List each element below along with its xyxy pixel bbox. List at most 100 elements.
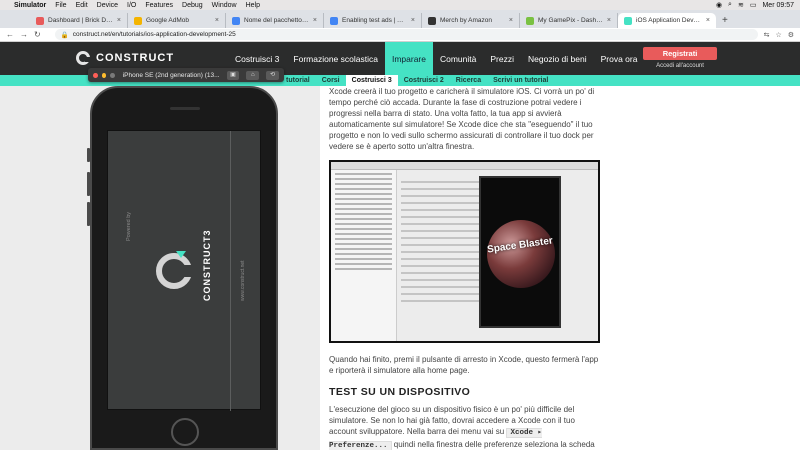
tab-title: Merch by Amazon	[440, 17, 493, 24]
simulator-screen[interactable]: Powered by CONSTRUCT3 www.construct.net	[107, 130, 261, 411]
battery-icon[interactable]: ▭	[750, 1, 757, 9]
menu-features[interactable]: Features	[145, 2, 173, 9]
tab-close-icon[interactable]: ×	[215, 17, 219, 24]
browser-tab[interactable]: Merch by Amazon ×	[422, 13, 520, 28]
main-nav-item[interactable]: Imparare	[384, 42, 433, 75]
simulator-close-button[interactable]	[93, 72, 98, 78]
home-button[interactable]	[171, 418, 199, 446]
tab-title: iOS Application Development	[636, 17, 702, 24]
menu-window[interactable]: Window	[212, 2, 237, 9]
simulator-zoom-button[interactable]	[110, 72, 115, 78]
mute-switch[interactable]	[87, 148, 90, 162]
tab-favicon-icon	[134, 16, 142, 25]
register-button[interactable]: Registrati	[643, 47, 717, 60]
simulator-title: iPhone SE (2nd generation) (13...	[122, 71, 220, 79]
paragraph-device: L'esecuzione del gioco su un dispositivo…	[329, 404, 601, 450]
tab-close-icon[interactable]: ×	[117, 17, 121, 24]
sub-nav-item[interactable]: Ricerca	[450, 75, 487, 86]
menu-device[interactable]: Device	[97, 2, 118, 9]
bookmark-star-icon[interactable]: ☆	[775, 31, 781, 39]
tab-close-icon[interactable]: ×	[411, 17, 415, 24]
sub-nav-item[interactable]: tutorial	[280, 75, 316, 86]
tab-favicon-icon	[624, 16, 632, 25]
browser-tab[interactable]: iOS Application Development ×	[618, 13, 716, 28]
tab-bar: Dashboard | Brick Dance×Google AdMob×Nom…	[0, 10, 800, 28]
construct-site-text: www.construct.net	[240, 260, 246, 301]
new-tab-icon[interactable]: +	[716, 13, 734, 28]
reload-icon[interactable]: ↻	[34, 30, 41, 39]
powered-by-text: Powered by	[126, 211, 132, 241]
paragraph-stop: Quando hai finito, premi il pulsante di …	[329, 355, 599, 375]
main-nav-item[interactable]: Formazione scolastica	[286, 42, 385, 75]
tab-favicon-icon	[330, 16, 338, 25]
main-nav-item[interactable]: Negozio di beni	[521, 42, 594, 75]
sub-nav-item[interactable]: Costruisci 2	[398, 75, 450, 86]
menubar-clock[interactable]: Mer 09:57	[762, 2, 794, 9]
construct3-wordmark: CONSTRUCT3	[202, 229, 212, 301]
main-nav-item[interactable]: Prova ora	[594, 42, 645, 75]
rotate-icon[interactable]: ⟲	[266, 70, 280, 80]
login-link[interactable]: Accedi all'account	[643, 63, 717, 69]
menu-io[interactable]: I/O	[127, 2, 136, 9]
tab-favicon-icon	[526, 16, 534, 25]
tab-title: Dashboard | Brick Dance	[48, 17, 113, 24]
browser-tab[interactable]: Dashboard | Brick Dance ×	[30, 13, 128, 28]
extension-icon[interactable]: ⚙	[788, 31, 794, 39]
browser-tab[interactable]: Enabling test ads | Android ×	[324, 13, 422, 28]
menu-debug[interactable]: Debug	[182, 2, 203, 9]
browser-tab[interactable]: Google AdMob ×	[128, 13, 226, 28]
url-field[interactable]: 🔒 construct.net/en/tutorials/ios-applica…	[54, 29, 758, 40]
sub-nav-item[interactable]: Corsi	[316, 75, 346, 86]
browser-tab[interactable]: My GamePix - Dashboard ×	[520, 13, 618, 28]
iphone-simulator: Powered by CONSTRUCT3 www.construct.net	[87, 86, 278, 450]
tab-close-icon[interactable]: ×	[313, 17, 317, 24]
translate-icon[interactable]: ⇆	[764, 31, 770, 39]
construct-logo-icon	[76, 51, 90, 65]
screen-record-icon[interactable]: ◉	[716, 1, 722, 9]
section-heading: TEST SU UN DISPOSITIVO	[329, 386, 471, 398]
construct3-triangle-icon	[176, 251, 186, 258]
tab-title: Google AdMob	[146, 17, 190, 24]
screenshot-icon[interactable]: ▣	[226, 70, 240, 80]
speaker-grille	[170, 107, 200, 110]
tab-title: My GamePix - Dashboard	[538, 17, 603, 24]
article-content: Xcode creerà il tuo progetto e caricherà…	[329, 86, 601, 450]
menu-simulator[interactable]: Simulator	[14, 2, 46, 9]
tab-close-icon[interactable]: ×	[607, 17, 611, 24]
toolbar-icons: ⇆ ☆ ⚙	[764, 31, 794, 39]
tab-title: Enabling test ads | Android	[342, 17, 407, 24]
simulator-preview: Space Blaster	[479, 176, 561, 328]
forward-icon[interactable]: →	[20, 30, 28, 39]
tab-favicon-icon	[232, 16, 240, 25]
wifi-icon[interactable]: ≋	[738, 1, 744, 9]
menu-file[interactable]: File	[55, 2, 66, 9]
tab-favicon-icon	[36, 16, 44, 25]
back-icon[interactable]: ←	[6, 30, 14, 39]
tab-title: Nome del pacchetto - Guida di	[244, 17, 309, 24]
menu-help[interactable]: Help	[246, 2, 260, 9]
main-nav: Costruisci 3 Formazione scolastica Imparar…	[228, 42, 644, 75]
main-nav-item[interactable]: Prezzi	[483, 42, 521, 75]
browser-tab[interactable]: Nome del pacchetto - Guida di ×	[226, 13, 324, 28]
home-icon[interactable]: ⌂	[246, 70, 260, 80]
macos-menubar: Simulator File Edit Device I/O Features …	[0, 0, 800, 10]
volume-up-button[interactable]	[87, 172, 90, 196]
sub-nav-item[interactable]: Costruisci 3	[345, 75, 398, 86]
paragraph-xcode-build: Xcode creerà il tuo progetto e caricherà…	[329, 87, 595, 151]
tab-close-icon[interactable]: ×	[706, 17, 710, 24]
xcode-screenshot: Space Blaster	[329, 160, 600, 343]
status-area: ◉ ⌕ ≋ ▭ Mer 09:57	[716, 1, 794, 9]
tab-favicon-icon	[428, 16, 436, 25]
main-nav-item[interactable]: Comunità	[433, 42, 483, 75]
menu-edit[interactable]: Edit	[76, 2, 88, 9]
tab-close-icon[interactable]: ×	[509, 17, 513, 24]
address-bar: ← → ↻ 🔒 construct.net/en/tutorials/ios-a…	[0, 28, 800, 42]
lock-icon: 🔒	[60, 31, 69, 39]
volume-down-button[interactable]	[87, 202, 90, 226]
construct-logo[interactable]: CONSTRUCT	[76, 51, 174, 65]
search-icon[interactable]: ⌕	[728, 1, 732, 9]
url-text: construct.net/en/tutorials/ios-applicati…	[72, 31, 236, 38]
simulator-minimize-button[interactable]	[101, 72, 107, 78]
simulator-titlebar[interactable]: iPhone SE (2nd generation) (13... ▣ ⌂ ⟲	[88, 68, 284, 82]
sub-nav-item[interactable]: Scrivi un tutorial	[487, 75, 554, 86]
